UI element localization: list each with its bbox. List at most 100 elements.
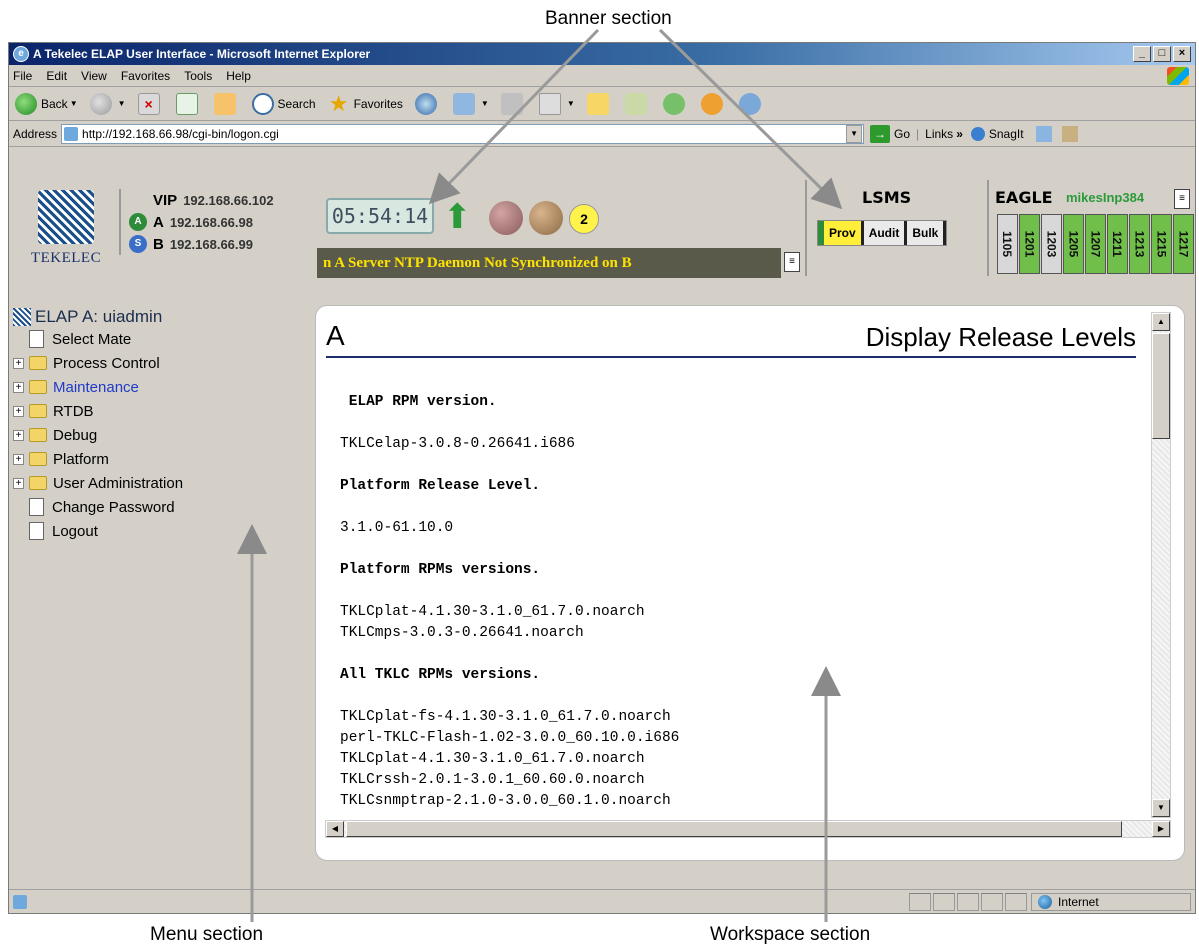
expand-icon[interactable]: + [13,405,24,417]
favorites-button[interactable]: ★ Favorites [328,92,403,115]
maximize-button[interactable]: □ [1153,46,1171,62]
menu-help[interactable]: Help [226,69,251,83]
yahoo-button[interactable] [700,92,727,115]
forward-button[interactable]: ▼ [89,92,126,115]
alarm-notes-icon[interactable]: ≡ [784,252,800,272]
go-button[interactable]: Go [894,127,910,141]
expand-icon[interactable]: + [13,381,24,393]
menu-item-label: Maintenance [53,378,139,396]
mail-button[interactable]: ▼ [452,92,489,115]
server-b-row[interactable]: S B 192.168.66.99 [129,233,299,255]
menu-item-logout[interactable]: Logout [13,519,98,543]
eagle-card-label: 1213 [1132,230,1147,258]
eagle-card[interactable]: 1203 [1041,214,1062,274]
horizontal-scrollbar[interactable]: ◀ ▶ [325,820,1171,838]
scroll-right-icon[interactable]: ▶ [1152,821,1170,837]
lsms-tab-bulk[interactable]: Bulk [907,221,947,245]
menu-item-process-control[interactable]: + Process Control [13,351,160,375]
menu-edit[interactable]: Edit [46,69,67,83]
search-button[interactable]: Search [251,92,316,115]
eagle-card[interactable]: 1215 [1151,214,1172,274]
links-label[interactable]: Links [925,127,953,141]
address-dropdown-icon[interactable]: ▼ [846,124,863,143]
print-icon [500,92,523,115]
back-arrow-icon [15,92,37,115]
menu-item-rtdb[interactable]: + RTDB [13,399,94,423]
menu-item-debug[interactable]: + Debug [13,423,97,447]
eagle-card[interactable]: 1211 [1107,214,1128,274]
refresh-button[interactable] [175,92,202,115]
eagle-card[interactable]: 1207 [1085,214,1106,274]
lsms-tab-audit[interactable]: Audit [864,221,908,245]
minimize-button[interactable]: _ [1133,46,1151,62]
vertical-scroll-thumb[interactable] [1152,333,1170,439]
status-cell [957,892,979,911]
major-alarm-led-icon[interactable] [529,201,563,235]
expand-icon[interactable]: + [13,429,24,441]
home-button[interactable] [213,92,240,115]
eagle-card[interactable]: 1217 [1173,214,1194,274]
folder-icon [29,356,47,370]
go-arrow-icon[interactable]: → [870,124,891,143]
stop-button[interactable]: × [137,92,164,115]
page-content: TEKELEC VIP 192.168.66.102 A A 192.168.6… [9,170,1195,888]
menu-view[interactable]: View [81,69,107,83]
people-icon [738,92,761,115]
scroll-down-icon[interactable]: ▼ [1152,799,1170,817]
menu-tools[interactable]: Tools [184,69,212,83]
menu-item-change-password[interactable]: Change Password [13,495,175,519]
expand-icon[interactable]: + [13,453,24,465]
page-status-icon [13,894,27,909]
eagle-card[interactable]: 1213 [1129,214,1150,274]
menu-item-maintenance[interactable]: + Maintenance [13,375,139,399]
snagit-button[interactable]: SnagIt [989,127,1024,141]
lsms-tab-prov[interactable]: Prov [818,221,864,245]
snagit-tool-icon[interactable] [1035,125,1052,142]
menu-file[interactable]: File [13,69,32,83]
version-line: TKLCrssh-2.0.1-3.0.1_60.60.0.noarch [340,772,645,788]
caret-down-icon: ▼ [566,99,575,108]
menu-item-user-administration[interactable]: + User Administration [13,471,183,495]
menu-item-platform[interactable]: + Platform [13,447,109,471]
address-url: http://192.168.66.98/cgi-bin/logon.cgi [82,126,279,141]
eagle-hostname: mikesInp384 [1066,190,1145,205]
critical-alarm-led-icon[interactable] [489,201,523,235]
vertical-scrollbar[interactable]: ▲ ▼ [1151,312,1171,818]
eagle-card[interactable]: 1105 [997,214,1018,274]
horizontal-scroll-thumb[interactable] [346,821,1122,837]
page-title: Display Release Levels [865,322,1136,352]
snagit-capture-icon[interactable] [1061,125,1078,142]
server-a-row[interactable]: A A 192.168.66.98 [129,211,299,233]
people-button[interactable] [738,92,765,115]
security-zone: Internet [1031,892,1191,911]
menu-favorites[interactable]: Favorites [121,69,170,83]
links-chevron[interactable]: » [956,127,963,141]
lsms-title: LSMS [862,188,912,207]
tekelec-logo: TEKELEC [15,190,117,270]
address-input[interactable]: http://192.168.66.98/cgi-bin/logon.cgi [61,123,865,144]
minor-alarm-count-badge[interactable]: 2 [569,204,599,234]
expand-icon[interactable]: + [13,477,24,489]
folder-icon [29,476,47,490]
alarm-ticker: n A Server NTP Daemon Not Synchronized o… [317,248,781,278]
server-a-label: A [153,213,164,231]
media-button[interactable] [414,92,441,115]
eagle-card[interactable]: 1205 [1063,214,1084,274]
menu-item-select-mate[interactable]: Select Mate [13,327,131,351]
scroll-up-icon[interactable]: ▲ [1152,313,1170,331]
edit-button[interactable]: ▼ [538,92,575,115]
expand-icon[interactable]: + [13,357,24,369]
back-button[interactable]: Back ▼ [15,92,78,115]
close-button[interactable]: × [1173,46,1191,62]
scroll-left-icon[interactable]: ◀ [326,821,344,837]
callout-menu-section: Menu section [150,924,264,945]
eagle-card[interactable]: 1201 [1019,214,1040,274]
eagle-notes-icon[interactable]: ≡ [1174,189,1190,209]
research-button[interactable] [624,92,651,115]
discuss-button[interactable] [586,92,613,115]
print-button[interactable] [500,92,527,115]
window-title: A Tekelec ELAP User Interface - Microsof… [33,47,371,61]
eagle-card-list: 1105 1201 1203 1205 1207 1211 1213 1215 … [997,214,1195,274]
server-label: A [326,320,345,351]
messenger-button[interactable] [662,92,689,115]
